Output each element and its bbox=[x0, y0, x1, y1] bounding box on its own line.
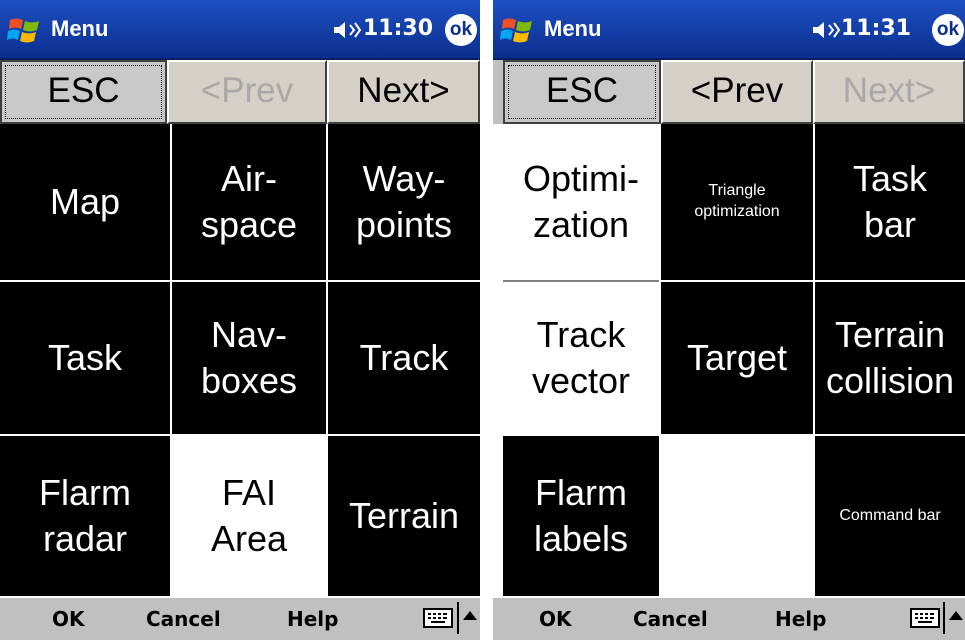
menu-item-optimization[interactable]: Optimi- zation bbox=[503, 124, 659, 280]
keyboard-icon[interactable] bbox=[423, 607, 453, 629]
menu-item-track-vector[interactable]: Track vector bbox=[503, 282, 659, 434]
ok-button[interactable]: OK bbox=[539, 607, 572, 631]
toolbar-separator bbox=[457, 602, 459, 634]
ok-title-button[interactable]: ok bbox=[932, 14, 964, 46]
menu-item-flarm-labels[interactable]: Flarm labels bbox=[503, 436, 659, 596]
arrow-up-icon[interactable] bbox=[949, 611, 963, 620]
toolbar-separator bbox=[943, 602, 945, 634]
clock-time[interactable]: 11:30 bbox=[363, 16, 433, 41]
device-screen-2: Menu 11:31 ok ESC <Prev Next> Optimi- za… bbox=[493, 0, 965, 640]
menu-item-command-bar[interactable]: Command bar bbox=[815, 436, 965, 596]
windows-logo-icon[interactable] bbox=[500, 12, 536, 48]
next-label: Next> bbox=[842, 71, 936, 110]
help-button[interactable]: Help bbox=[775, 607, 826, 631]
menu-item-terrain[interactable]: Terrain bbox=[328, 436, 480, 596]
navigation-row: ESC <Prev Next> bbox=[0, 60, 480, 124]
menu-item-terrain-collision[interactable]: Terrain collision bbox=[815, 282, 965, 434]
bottom-command-bar: OK Cancel Help bbox=[0, 596, 480, 640]
speaker-icon[interactable] bbox=[811, 19, 841, 41]
next-button[interactable]: Next> bbox=[327, 60, 480, 124]
menu-item-task[interactable]: Task bbox=[0, 282, 170, 434]
device-screen-1: Menu 11:30 ok ESC <Prev Next> Map Air- s… bbox=[0, 0, 480, 640]
title-bar: Menu 11:30 ok bbox=[0, 0, 480, 60]
speaker-icon[interactable] bbox=[332, 19, 362, 41]
window-title: Menu bbox=[544, 16, 602, 41]
menu-item-fai-area[interactable]: FAI Area bbox=[172, 436, 326, 596]
prev-button[interactable]: <Prev bbox=[167, 60, 327, 124]
keyboard-icon[interactable] bbox=[910, 607, 940, 629]
menu-item-track[interactable]: Track bbox=[328, 282, 480, 434]
cancel-button[interactable]: Cancel bbox=[146, 607, 221, 631]
menu-item-waypoints[interactable]: Way- points bbox=[328, 124, 480, 280]
prev-label: <Prev bbox=[690, 71, 784, 110]
help-button[interactable]: Help bbox=[287, 607, 338, 631]
menu-item-task-bar[interactable]: Task bar bbox=[815, 124, 965, 280]
menu-item-airspace[interactable]: Air- space bbox=[172, 124, 326, 280]
ok-button[interactable]: OK bbox=[52, 607, 85, 631]
next-label: Next> bbox=[357, 71, 450, 110]
menu-item-flarm-radar[interactable]: Flarm radar bbox=[0, 436, 170, 596]
focus-rectangle bbox=[508, 65, 656, 119]
arrow-up-icon[interactable] bbox=[463, 611, 477, 620]
clock-time[interactable]: 11:31 bbox=[841, 16, 911, 41]
menu-item-triangle-optimization[interactable]: Triangle optimization bbox=[661, 124, 813, 280]
focus-rectangle bbox=[5, 65, 162, 119]
next-button[interactable]: Next> bbox=[813, 60, 965, 124]
cancel-button[interactable]: Cancel bbox=[633, 607, 708, 631]
title-bar: Menu 11:31 ok bbox=[493, 0, 965, 60]
menu-item-navboxes[interactable]: Nav- boxes bbox=[172, 282, 326, 434]
prev-button[interactable]: <Prev bbox=[661, 60, 813, 124]
esc-button[interactable]: ESC bbox=[0, 60, 167, 124]
ok-title-button[interactable]: ok bbox=[445, 14, 477, 46]
windows-logo-icon[interactable] bbox=[7, 12, 43, 48]
esc-button[interactable]: ESC bbox=[503, 60, 661, 124]
bottom-command-bar: OK Cancel Help bbox=[493, 596, 965, 640]
menu-item-target[interactable]: Target bbox=[661, 282, 813, 434]
menu-item-map[interactable]: Map bbox=[0, 124, 170, 280]
menu-item-empty bbox=[661, 436, 813, 596]
prev-label: <Prev bbox=[200, 71, 294, 110]
window-title: Menu bbox=[51, 16, 109, 41]
navigation-row: ESC <Prev Next> bbox=[493, 60, 965, 124]
